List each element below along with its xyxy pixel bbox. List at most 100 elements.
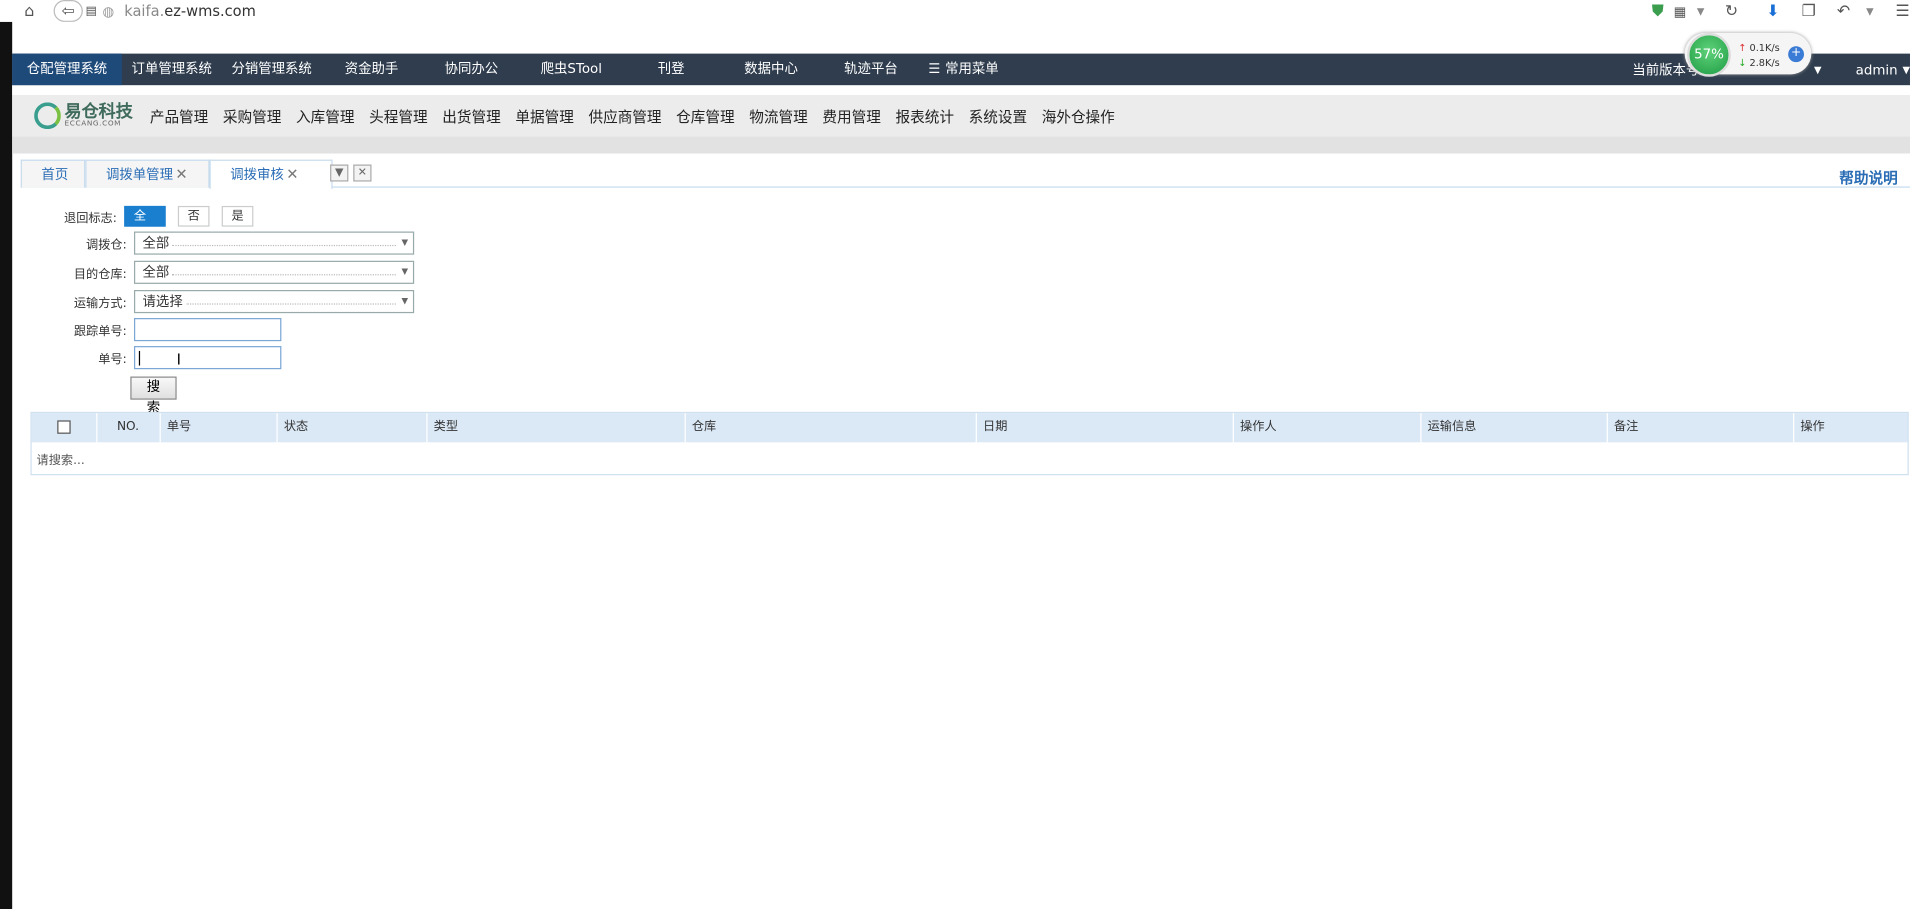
- help-link[interactable]: 帮助说明: [1839, 167, 1897, 188]
- search-row: 搜索: [24, 376, 177, 416]
- dest-warehouse-label: 目的仓库:: [73, 268, 127, 282]
- network-speed-widget[interactable]: 57% ↑ 0.1K/s ↓ 2.8K/s +: [1684, 32, 1812, 77]
- dropdown-icon[interactable]: ▼: [1697, 5, 1704, 16]
- module-overseas[interactable]: 海外仓操作: [1042, 105, 1115, 126]
- module-warehouse[interactable]: 仓库管理: [676, 105, 734, 126]
- dest-warehouse-select[interactable]: 全部 ▼: [133, 260, 415, 284]
- window-icon[interactable]: ❐: [1802, 2, 1816, 20]
- undo-dropdown-icon[interactable]: ▼: [1866, 5, 1873, 16]
- logo-mark-icon: [34, 102, 61, 130]
- tab-transfer-management-label: 调拨单管理: [105, 166, 173, 183]
- col-order-no[interactable]: 单号: [159, 413, 277, 443]
- page-tabs: 首页 调拨单管理 ✕ 调拨审核 ✕ ▼ ✕: [20, 159, 1910, 189]
- tab-transfer-review[interactable]: 调拨审核 ✕: [209, 159, 333, 189]
- col-status[interactable]: 状态: [276, 413, 427, 443]
- spacer: [12, 21, 1910, 54]
- system-tab-distribution[interactable]: 分销管理系统: [222, 54, 322, 86]
- url-bar[interactable]: kaifa.ez-wms.com: [124, 2, 256, 19]
- tab-home[interactable]: 首页: [20, 159, 86, 188]
- download-speed: ↓ 2.8K/s: [1738, 57, 1780, 68]
- logo: 易仓科技 ECCANG.COM: [34, 102, 133, 130]
- col-warehouse[interactable]: 仓库: [684, 413, 976, 443]
- close-all-tabs-icon[interactable]: ✕: [353, 164, 372, 182]
- system-tab-stool[interactable]: 爬虫STool: [521, 54, 621, 86]
- module-purchase[interactable]: 采购管理: [223, 105, 281, 126]
- back-icon[interactable]: ⇦: [53, 0, 83, 22]
- shipping-method-value: 请选择: [142, 293, 183, 310]
- tracking-number-row: 跟踪单号:: [24, 318, 282, 342]
- shield-icon[interactable]: ⛊: [1652, 2, 1664, 20]
- spacer: [12, 85, 1910, 96]
- return-flag-all[interactable]: 全部: [124, 205, 166, 241]
- col-actions[interactable]: 操作: [1793, 413, 1908, 443]
- col-type[interactable]: 类型: [426, 413, 684, 443]
- return-flag-yes[interactable]: 是: [221, 205, 254, 227]
- home-icon[interactable]: ⌂: [12, 2, 46, 20]
- tab-list-dropdown-icon[interactable]: ▼: [330, 164, 349, 182]
- reload-icon[interactable]: ↻: [1725, 2, 1738, 20]
- col-operator[interactable]: 操作人: [1232, 413, 1421, 443]
- tab-home-label: 首页: [41, 166, 69, 183]
- shipping-method-label: 运输方式:: [73, 297, 127, 311]
- reader-icon[interactable]: ▤: [83, 4, 100, 17]
- logo-subtext: ECCANG.COM: [64, 119, 122, 128]
- return-flag-row: 退回标志: 全部 否 是: [24, 205, 265, 241]
- qr-icon[interactable]: ▦: [1674, 3, 1687, 19]
- module-product[interactable]: 产品管理: [150, 105, 208, 126]
- shipping-method-select[interactable]: 请选择 ▼: [133, 290, 415, 314]
- source-warehouse-select[interactable]: 全部 ▼: [133, 231, 415, 255]
- source-warehouse-label: 调拨仓:: [86, 238, 127, 253]
- close-icon[interactable]: ✕: [286, 161, 298, 189]
- download-icon[interactable]: ⬇: [1766, 2, 1779, 20]
- module-documents[interactable]: 单据管理: [515, 105, 573, 126]
- user-dropdown-icon[interactable]: ▼: [1902, 64, 1909, 75]
- dest-warehouse-value: 全部: [142, 264, 170, 281]
- shipping-method-row: 运输方式: 请选择 ▼: [24, 290, 415, 314]
- module-supplier[interactable]: 供应商管理: [588, 105, 661, 126]
- text-caret: [138, 350, 141, 366]
- col-date[interactable]: 日期: [975, 413, 1233, 443]
- system-tab-data[interactable]: 数据中心: [721, 54, 821, 86]
- col-remarks[interactable]: 备注: [1606, 413, 1793, 443]
- tracking-number-input[interactable]: [133, 318, 282, 342]
- url-subdomain: kaifa.: [124, 2, 165, 20]
- undo-icon[interactable]: ↶: [1837, 2, 1850, 20]
- upload-speed: ↑ 0.1K/s: [1738, 43, 1780, 54]
- col-no[interactable]: NO.: [96, 413, 159, 443]
- grid-empty-message: 请搜索...: [36, 454, 85, 468]
- search-button[interactable]: 搜索: [130, 376, 177, 416]
- order-number-input[interactable]: I: [133, 346, 282, 370]
- module-inbound[interactable]: 入库管理: [296, 105, 354, 126]
- module-fees[interactable]: 费用管理: [822, 105, 880, 126]
- close-icon[interactable]: ✕: [175, 161, 187, 189]
- source-warehouse-value: 全部: [142, 235, 170, 252]
- version-dropdown-icon[interactable]: ▼: [1814, 64, 1821, 75]
- select-all-checkbox[interactable]: [57, 420, 71, 434]
- tab-transfer-management[interactable]: 调拨单管理 ✕: [85, 159, 210, 189]
- cpu-percent: 57%: [1687, 32, 1731, 77]
- chevron-down-icon: ▼: [401, 266, 409, 277]
- upload-speed-value: 0.1K/s: [1749, 42, 1780, 54]
- menu-icon[interactable]: ☰: [1895, 2, 1909, 20]
- system-tab-office[interactable]: 协同办公: [421, 54, 521, 86]
- system-tab-order[interactable]: 订单管理系统: [122, 54, 222, 86]
- return-flag-no[interactable]: 否: [177, 205, 210, 227]
- system-tab-finance[interactable]: 资金助手: [322, 54, 422, 86]
- module-logistics[interactable]: 物流管理: [749, 105, 807, 126]
- system-tab-tracking[interactable]: 轨迹平台: [821, 54, 921, 86]
- module-settings[interactable]: 系统设置: [969, 105, 1027, 126]
- sub-menu-bar: [12, 136, 1910, 154]
- tab-transfer-review-label: 调拨审核: [230, 166, 284, 183]
- module-first-leg[interactable]: 头程管理: [369, 105, 427, 126]
- col-shipping-info[interactable]: 运输信息: [1420, 413, 1606, 443]
- module-reports[interactable]: 报表统计: [895, 105, 953, 126]
- system-tab-warehouse[interactable]: 仓配管理系统: [12, 53, 122, 86]
- module-outbound[interactable]: 出货管理: [442, 105, 500, 126]
- module-nav: 易仓科技 ECCANG.COM 产品管理 采购管理 入库管理 头程管理 出货管理…: [12, 95, 1910, 137]
- up-arrow-icon: ↑: [1738, 42, 1747, 54]
- common-menu-button[interactable]: ☰ 常用菜单: [921, 54, 998, 86]
- user-menu[interactable]: admin: [1856, 62, 1898, 78]
- plus-icon[interactable]: +: [1788, 46, 1805, 63]
- system-tab-listing[interactable]: 刊登: [621, 54, 721, 86]
- logo-text: 易仓科技: [64, 102, 133, 122]
